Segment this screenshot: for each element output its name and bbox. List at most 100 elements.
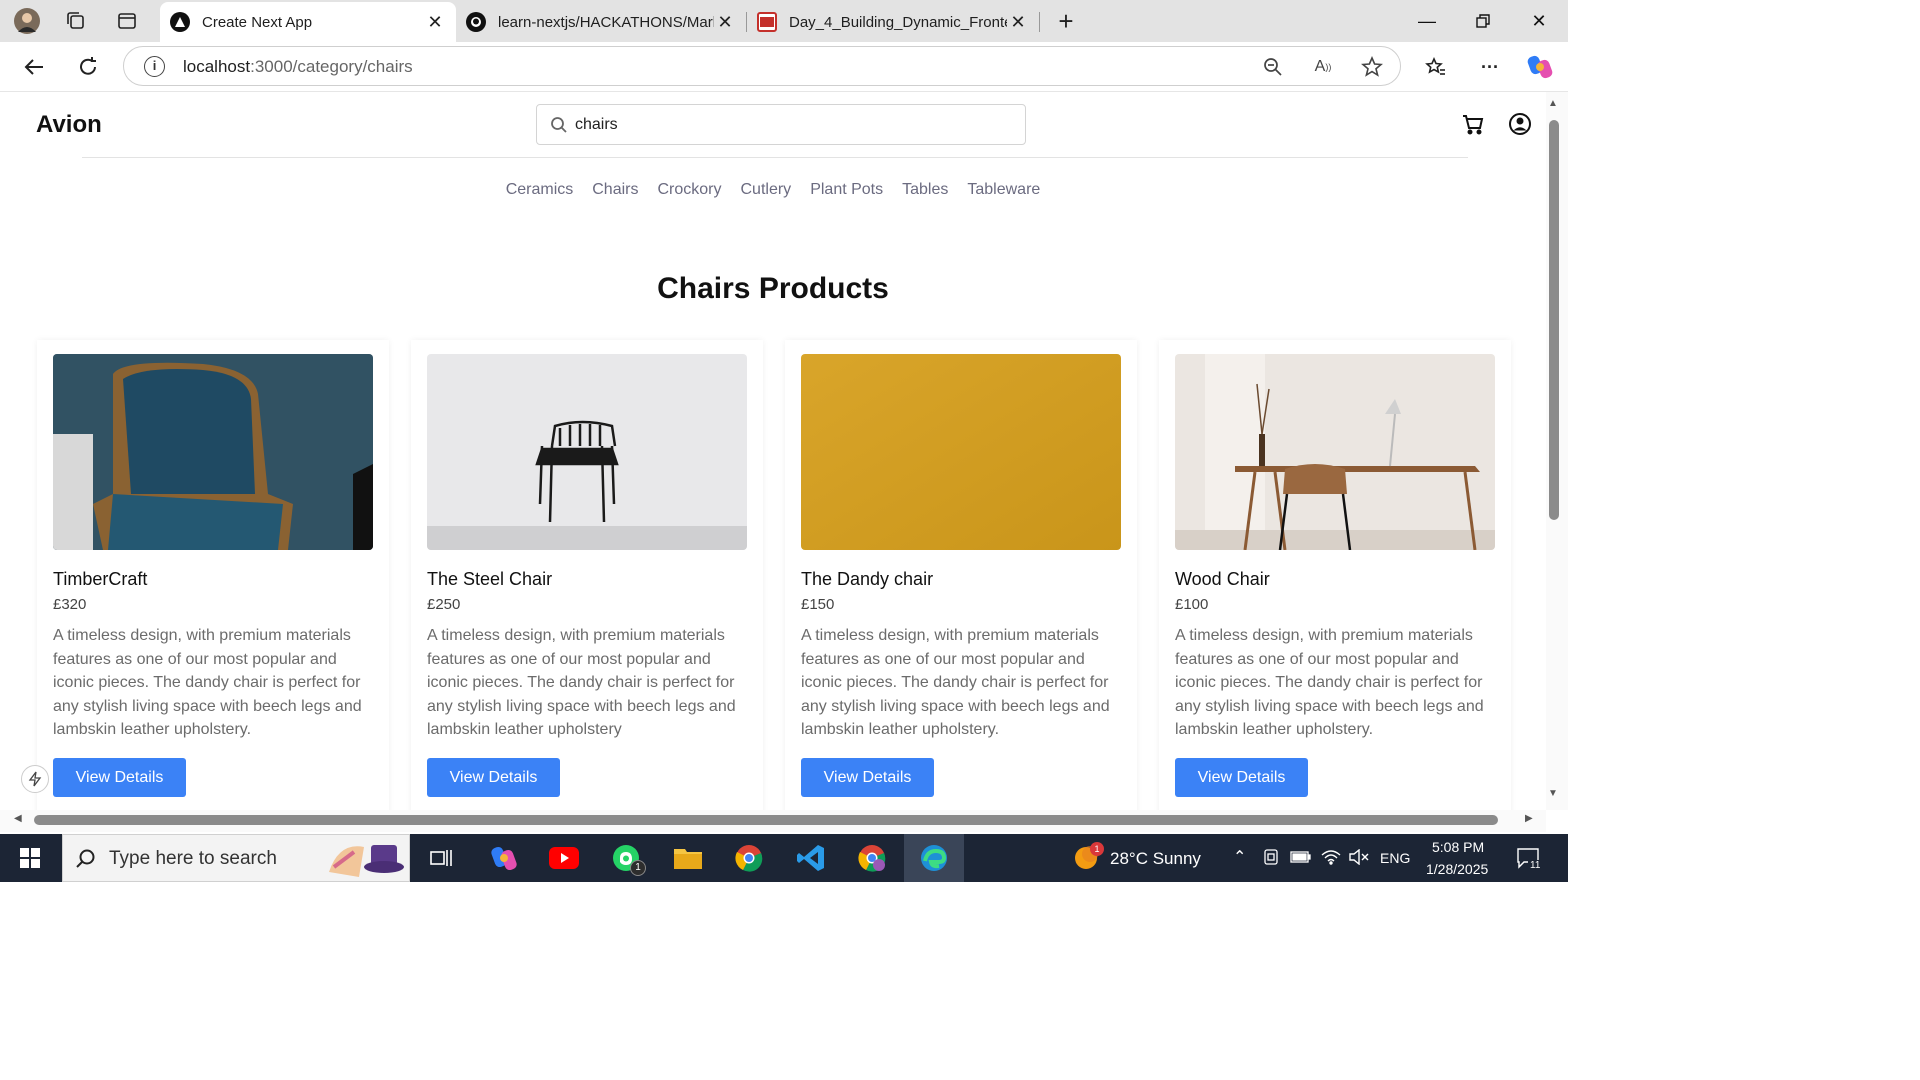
copilot-icon[interactable] xyxy=(1526,53,1554,81)
zoom-out-icon[interactable] xyxy=(1262,56,1284,78)
tab-title: learn-nextjs/HACKATHONS/Mark xyxy=(498,13,714,31)
product-card: Wood Chair £100 A timeless design, with … xyxy=(1159,340,1511,810)
tab-actions-icon[interactable] xyxy=(114,8,140,34)
close-tab-icon[interactable]: ✕ xyxy=(714,12,736,33)
product-description: A timeless design, with premium material… xyxy=(801,627,1110,738)
horizontal-scrollbar[interactable]: ◀ ▶ xyxy=(0,810,1546,832)
cart-icon[interactable] xyxy=(1461,112,1485,136)
windows-start-icon[interactable] xyxy=(12,840,48,876)
category-link-cutlery[interactable]: Cutlery xyxy=(741,181,792,199)
scroll-right-icon[interactable]: ▶ xyxy=(1525,813,1533,824)
minimize-icon[interactable]: — xyxy=(1405,8,1449,34)
vertical-scroll-thumb[interactable] xyxy=(1549,120,1559,520)
search-box[interactable] xyxy=(536,104,1026,145)
file-explorer-icon[interactable] xyxy=(670,840,706,876)
category-link-tables[interactable]: Tables xyxy=(902,181,948,199)
taskbar-search-placeholder: Type here to search xyxy=(109,848,277,869)
tab-pdf[interactable]: Day_4_Building_Dynamic_Fronten ✕ xyxy=(747,2,1039,42)
wifi-icon[interactable] xyxy=(1321,849,1341,870)
search-highlight-icon xyxy=(329,845,404,877)
close-tab-icon[interactable]: ✕ xyxy=(1007,12,1029,33)
youtube-icon[interactable] xyxy=(546,840,582,876)
edge-icon[interactable] xyxy=(916,840,952,876)
tab-bar: Create Next App ✕ learn-nextjs/HACKATHON… xyxy=(0,0,1568,42)
volume-muted-icon[interactable] xyxy=(1349,848,1369,870)
tab-title: Day_4_Building_Dynamic_Fronten xyxy=(789,13,1007,31)
product-card: The Dandy chair £150 A timeless design, … xyxy=(785,340,1137,810)
product-name[interactable]: The Steel Chair xyxy=(427,569,552,590)
dev-tools-indicator-icon[interactable] xyxy=(21,765,49,793)
vertical-scrollbar[interactable]: ▲ ▼ xyxy=(1546,92,1568,810)
category-link-crockory[interactable]: Crockory xyxy=(657,181,721,199)
web-page: Avion Ceramics Chairs Crockory Cutlery P… xyxy=(0,92,1546,810)
scroll-left-icon[interactable]: ◀ xyxy=(14,813,22,824)
tab-title: Create Next App xyxy=(202,13,313,31)
url-field[interactable]: i localhost:3000/category/chairs A)) xyxy=(123,46,1401,86)
url-text: localhost:3000/category/chairs xyxy=(183,57,413,76)
search-icon xyxy=(551,117,567,133)
product-price: £320 xyxy=(53,596,87,613)
view-details-button[interactable]: View Details xyxy=(427,758,560,797)
tab-create-next-app[interactable]: Create Next App ✕ xyxy=(160,2,456,42)
whatsapp-icon[interactable]: 1 xyxy=(608,840,646,876)
refresh-icon[interactable] xyxy=(74,53,102,81)
taskbar-search-box[interactable]: Type here to search xyxy=(62,834,410,882)
product-name[interactable]: The Dandy chair xyxy=(801,569,933,590)
horizontal-scroll-thumb[interactable] xyxy=(34,815,1498,825)
clock-date[interactable]: 1/28/2025 xyxy=(1426,861,1488,877)
notifications-count: 11 xyxy=(1528,860,1543,871)
address-bar: i localhost:3000/category/chairs A)) ··· xyxy=(0,42,1568,92)
scroll-down-icon[interactable]: ▼ xyxy=(1548,788,1558,799)
product-image[interactable] xyxy=(427,354,747,550)
product-card: The Steel Chair £250 A timeless design, … xyxy=(411,340,763,810)
show-hidden-icons-icon[interactable]: ⌃ xyxy=(1233,847,1246,867)
battery-icon[interactable] xyxy=(1290,849,1312,870)
copilot-app-icon[interactable] xyxy=(486,840,522,876)
meet-now-icon[interactable] xyxy=(1262,848,1280,871)
brand-logo[interactable]: Avion xyxy=(36,111,102,139)
language-indicator[interactable]: ENG xyxy=(1380,850,1410,866)
more-options-icon[interactable]: ··· xyxy=(1476,53,1504,81)
favorites-icon[interactable] xyxy=(1422,53,1450,81)
favorite-star-icon[interactable] xyxy=(1361,56,1383,78)
workspaces-icon[interactable] xyxy=(63,8,89,34)
scroll-up-icon[interactable]: ▲ xyxy=(1548,98,1558,109)
view-details-button[interactable]: View Details xyxy=(1175,758,1308,797)
task-view-icon[interactable] xyxy=(423,840,459,876)
new-tab-icon[interactable]: + xyxy=(1053,6,1079,36)
product-image[interactable] xyxy=(801,354,1121,550)
search-icon xyxy=(76,849,95,868)
close-tab-icon[interactable]: ✕ xyxy=(424,12,446,33)
category-link-plant-pots[interactable]: Plant Pots xyxy=(810,181,883,199)
category-link-chairs[interactable]: Chairs xyxy=(592,181,638,199)
view-details-button[interactable]: View Details xyxy=(801,758,934,797)
search-input[interactable] xyxy=(575,111,1015,139)
chrome-profile-icon[interactable] xyxy=(854,840,890,876)
pdf-favicon-icon xyxy=(757,12,777,32)
clock-time[interactable]: 5:08 PM xyxy=(1432,839,1484,855)
category-link-tableware[interactable]: Tableware xyxy=(967,181,1040,199)
product-image[interactable] xyxy=(1175,354,1495,550)
header-divider xyxy=(82,157,1468,158)
product-description: A timeless design, with premium material… xyxy=(1175,627,1484,738)
back-icon[interactable] xyxy=(20,53,48,81)
user-account-icon[interactable] xyxy=(1508,112,1532,136)
github-favicon-icon xyxy=(466,12,486,32)
view-details-button[interactable]: View Details xyxy=(53,758,186,797)
product-image[interactable] xyxy=(53,354,373,550)
vscode-icon[interactable] xyxy=(793,840,829,876)
product-card: TimberCraft £320 A timeless design, with… xyxy=(37,340,389,810)
profile-avatar-icon[interactable] xyxy=(14,8,40,34)
category-link-ceramics[interactable]: Ceramics xyxy=(506,181,574,199)
product-name[interactable]: TimberCraft xyxy=(53,569,147,590)
close-window-icon[interactable]: ✕ xyxy=(1517,8,1561,34)
restore-icon[interactable] xyxy=(1461,8,1505,34)
windows-taskbar: Type here to search 1 1 28°C Sunny ⌃ ENG… xyxy=(0,834,1568,882)
tab-github[interactable]: learn-nextjs/HACKATHONS/Mark ✕ xyxy=(456,2,746,42)
read-aloud-icon[interactable]: A)) xyxy=(1312,56,1334,78)
site-info-icon[interactable]: i xyxy=(144,56,165,77)
weather-icon[interactable]: 1 xyxy=(1068,840,1104,876)
chrome-icon[interactable] xyxy=(731,840,767,876)
product-name[interactable]: Wood Chair xyxy=(1175,569,1270,590)
weather-text[interactable]: 28°C Sunny xyxy=(1110,849,1201,869)
